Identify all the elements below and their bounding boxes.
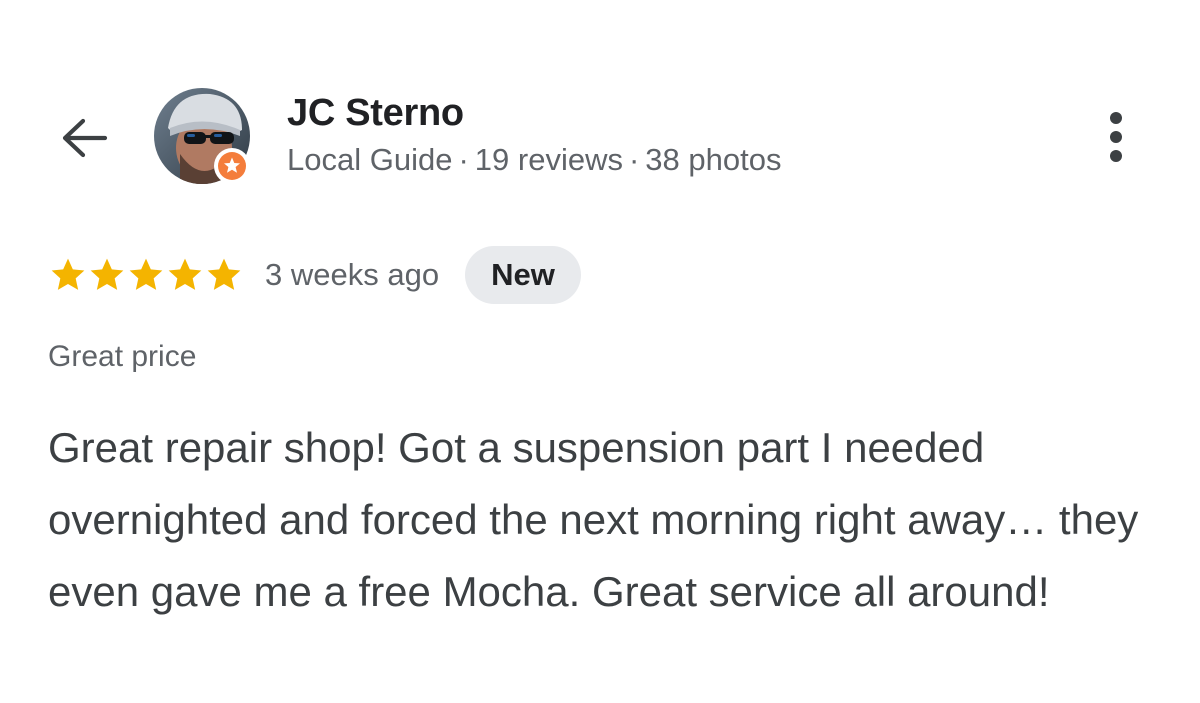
photo-count: 38 photos bbox=[645, 142, 782, 177]
more-vertical-icon bbox=[1110, 112, 1122, 124]
review-count: 19 reviews bbox=[474, 142, 623, 177]
star-icon bbox=[207, 258, 241, 290]
meta-separator: · bbox=[628, 142, 640, 177]
star-rating bbox=[48, 255, 243, 295]
rating-row: 3 weeks ago New bbox=[48, 244, 581, 306]
avatar[interactable] bbox=[154, 88, 252, 186]
arrow-left-icon bbox=[62, 118, 108, 158]
more-vertical-icon bbox=[1110, 131, 1122, 143]
star-icon bbox=[129, 258, 163, 290]
star-icon bbox=[90, 258, 124, 290]
more-options-button[interactable] bbox=[1096, 106, 1136, 168]
reviewer-meta: Local Guide · 19 reviews · 38 photos bbox=[287, 142, 781, 178]
back-button[interactable] bbox=[56, 112, 112, 164]
local-guide-label: Local Guide bbox=[287, 142, 453, 177]
new-badge: New bbox=[465, 246, 581, 304]
reviewer-name[interactable]: JC Sterno bbox=[287, 92, 464, 135]
star-icon bbox=[168, 258, 202, 290]
review-time: 3 weeks ago bbox=[265, 257, 440, 292]
review-tag: Great price bbox=[48, 340, 197, 373]
meta-separator: · bbox=[458, 142, 469, 177]
star-icon bbox=[51, 258, 85, 290]
review-text: Great repair shop! Got a suspension part… bbox=[48, 424, 1139, 615]
more-vertical-icon bbox=[1110, 150, 1122, 162]
local-guide-star-icon bbox=[214, 148, 250, 184]
